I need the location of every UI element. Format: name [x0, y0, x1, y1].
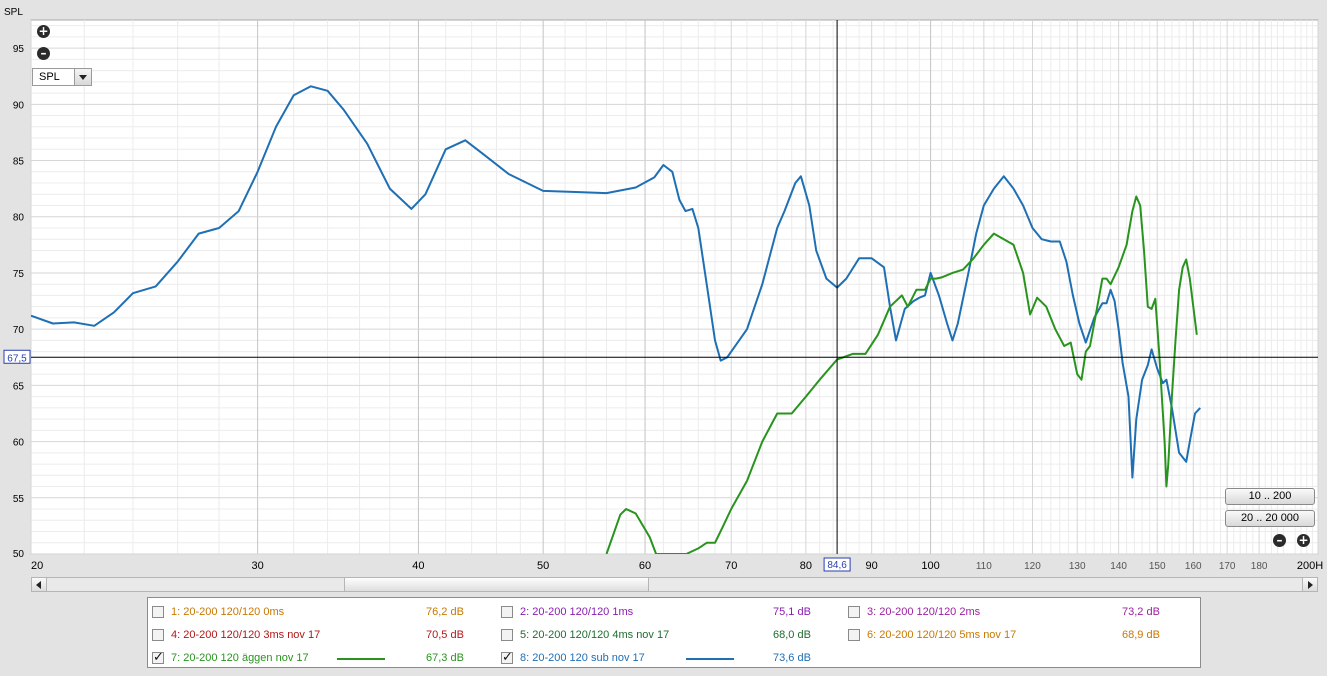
x-tick-label: 100: [921, 560, 939, 572]
legend-checkbox[interactable]: [152, 629, 164, 641]
x-tick-label: 110: [976, 561, 992, 572]
legend-label: 7: 20-200 120 äggen nov 17: [171, 652, 309, 664]
legend-value: 68,0 dB: [773, 629, 811, 641]
legend-value: 73,2 dB: [1122, 606, 1160, 618]
x-tick-label: 130: [1069, 561, 1086, 572]
legend-checkbox[interactable]: [501, 606, 513, 618]
legend-value: 75,1 dB: [773, 606, 811, 618]
x-tick-label: 120: [1024, 561, 1041, 572]
legend-checkbox[interactable]: [848, 629, 860, 641]
x-tick-label: 20: [31, 560, 43, 572]
y-tick-label: 80: [13, 213, 25, 224]
y-tick-label: 50: [13, 549, 25, 560]
x-tick-label: 200H: [1297, 560, 1323, 572]
legend-line-swatch: [337, 658, 385, 660]
spl-select-value: SPL: [39, 71, 60, 83]
spl-chart[interactable]: 95 90 85 80 75 70 65 60 55 50 20 30 40 50 60 70 80 90 100…: [0, 0, 1327, 575]
y-tick-label: 75: [13, 269, 25, 280]
legend-label: 4: 20-200 120/120 3ms nov 17: [171, 629, 321, 641]
chevron-down-icon[interactable]: [74, 69, 91, 85]
y-tick-label: 85: [13, 157, 25, 168]
cursor-x-value: 84,6: [827, 560, 847, 571]
range-20-20000-button[interactable]: 20 .. 20 000: [1225, 510, 1315, 527]
legend-checkbox[interactable]: [152, 606, 164, 618]
y-tick-label: 55: [13, 494, 25, 505]
legend: 1: 20-200 120/120 0ms 76,2 dB 2: 20-200 …: [147, 597, 1201, 668]
y-tick-label: 60: [13, 438, 25, 449]
x-tick-label: 170: [1219, 561, 1236, 572]
plus-circle-icon[interactable]: +: [37, 25, 50, 38]
y-tick-label: 95: [13, 44, 25, 55]
horizontal-scrollbar[interactable]: [31, 577, 1318, 592]
legend-label: 5: 20-200 120/120 4ms nov 17: [520, 629, 670, 641]
legend-line-swatch: [686, 658, 734, 660]
x-tick-label: 150: [1149, 561, 1166, 572]
x-tick-label: 80: [800, 560, 812, 572]
legend-value: 76,2 dB: [426, 606, 464, 618]
cursor-y-value: 67,5: [7, 353, 27, 364]
legend-checkbox[interactable]: [501, 650, 513, 665]
minus-circle-icon[interactable]: –: [1273, 534, 1286, 547]
legend-value: 73,6 dB: [773, 652, 811, 664]
legend-label: 6: 20-200 120/120 5ms nov 17: [867, 629, 1017, 641]
x-tick-label: 40: [412, 560, 424, 572]
x-tick-label: 30: [252, 560, 264, 572]
y-tick-label: 70: [13, 325, 25, 336]
legend-label: 1: 20-200 120/120 0ms: [171, 606, 285, 618]
x-tick-label: 160: [1185, 561, 1202, 572]
x-tick-label: 60: [639, 560, 651, 572]
legend-label: 2: 20-200 120/120 1ms: [520, 606, 634, 618]
x-tick-label: 180: [1251, 561, 1268, 572]
legend-value: 68,9 dB: [1122, 629, 1160, 641]
scroll-left-icon[interactable]: [32, 578, 47, 591]
legend-checkbox[interactable]: [501, 629, 513, 641]
legend-checkbox[interactable]: [152, 650, 164, 665]
x-tick-label: 70: [725, 560, 737, 572]
legend-value: 70,5 dB: [426, 629, 464, 641]
plot-area[interactable]: [30, 19, 1319, 555]
y-axis-label: SPL: [4, 7, 23, 18]
legend-label: 3: 20-200 120/120 2ms: [867, 606, 981, 618]
cursor-y-readout: 67,5: [3, 349, 31, 364]
cursor-x-readout: 84,6: [823, 557, 851, 572]
y-tick-label: 90: [13, 100, 25, 111]
spl-select[interactable]: SPL: [32, 68, 92, 86]
x-tick-label: 140: [1110, 561, 1127, 572]
y-tick-label: 65: [13, 381, 25, 392]
legend-label: 8: 20-200 120 sub nov 17: [520, 652, 645, 664]
minus-circle-icon[interactable]: –: [37, 47, 50, 60]
x-tick-label: 90: [866, 560, 878, 572]
legend-checkbox[interactable]: [848, 606, 860, 618]
scroll-thumb[interactable]: [344, 578, 649, 591]
x-tick-label: 50: [537, 560, 549, 572]
scroll-right-icon[interactable]: [1302, 578, 1317, 591]
plus-circle-icon[interactable]: +: [1297, 534, 1310, 547]
legend-value: 67,3 dB: [426, 652, 464, 664]
range-10-200-button[interactable]: 10 .. 200: [1225, 488, 1315, 505]
